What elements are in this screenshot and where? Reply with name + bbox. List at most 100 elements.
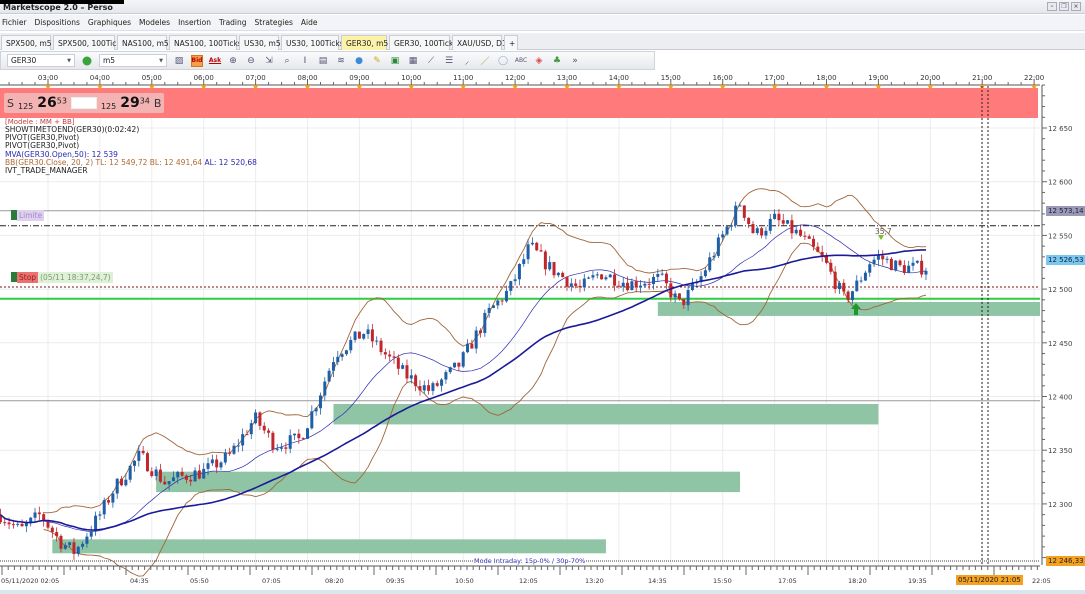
top-time-label: 08:00 <box>297 74 317 82</box>
top-time-label: 22:00 <box>1024 74 1044 82</box>
tab-nas100-100ticks[interactable]: NAS100, 100Ticks <box>169 35 242 50</box>
minimize-button[interactable]: – <box>1047 2 1057 11</box>
zoom-out-icon[interactable]: ⊖ <box>245 55 257 67</box>
tab-spx500-m5[interactable]: SPX500, m5 <box>1 35 52 50</box>
menu-insertion[interactable]: Insertion <box>178 18 211 27</box>
globe-icon[interactable]: ● <box>353 55 365 67</box>
candle-body <box>262 425 266 431</box>
menu-strategies[interactable]: Strategies <box>255 18 293 27</box>
screenshot-icon[interactable]: ▦ <box>407 55 419 67</box>
candle <box>600 273 604 280</box>
tab-xau-usd-d1[interactable]: XAU/USD, D1 <box>452 35 507 50</box>
pen-icon[interactable]: ⸝ <box>461 55 473 67</box>
candle-body <box>794 229 798 234</box>
bottom-time-label: 05/11/2020 02:05 <box>1 577 59 585</box>
candle-body <box>764 230 768 236</box>
buy-button[interactable]: B <box>154 97 162 110</box>
menu-graphiques[interactable]: Graphiques <box>88 18 131 27</box>
candle-body <box>197 470 201 479</box>
menu-trading[interactable]: Trading <box>219 18 247 27</box>
candle-body <box>500 300 504 302</box>
candle-body <box>409 375 413 379</box>
connection-status-icon[interactable] <box>81 55 93 67</box>
buy-price[interactable]: 2934 <box>120 95 150 111</box>
menu-fichier[interactable]: Fichier <box>2 18 27 27</box>
candle-body <box>768 218 772 231</box>
image-icon[interactable]: ▣ <box>389 55 401 67</box>
more-icon[interactable]: » <box>569 55 581 67</box>
tab-us30-m5[interactable]: US30, m5 <box>239 35 281 50</box>
timeframe-select[interactable]: m5 ▼ <box>99 54 167 67</box>
bottom-time-label: 14:35 <box>648 577 667 585</box>
candle-body <box>747 217 751 224</box>
cursor-icon[interactable]: I <box>299 55 311 67</box>
candle-body <box>677 293 681 300</box>
candle-body <box>306 428 309 439</box>
candle-body <box>647 283 651 285</box>
candle-body <box>344 350 348 355</box>
candle-body <box>128 465 132 480</box>
candle-body <box>479 330 482 334</box>
candle-body <box>63 545 67 549</box>
restore-button[interactable]: ❐ <box>1059 2 1069 11</box>
tab-us30-100ticks[interactable]: US30, 100Ticks <box>281 35 344 50</box>
sell-price[interactable]: 2653 <box>37 95 67 111</box>
candle-body <box>751 223 755 234</box>
menu-modeles[interactable]: Modeles <box>139 18 170 27</box>
stop-order-marker[interactable]: Stop (05/11 18:37,24,7) <box>11 272 113 283</box>
candle <box>889 257 893 271</box>
signal-icon[interactable]: ≋ <box>335 55 347 67</box>
menu-dispositions[interactable]: Dispositions <box>35 18 80 27</box>
menu-aide[interactable]: Aide <box>301 18 318 27</box>
bid-button[interactable]: Bid <box>191 54 203 67</box>
lines-icon[interactable]: ☰ <box>443 55 455 67</box>
bottom-time-label: 22:05 <box>1032 577 1051 585</box>
candle-body <box>872 259 876 265</box>
indicator-icon[interactable]: ▤ <box>317 55 329 67</box>
tab-ger30-100ticks[interactable]: GER30, 100Ticks <box>389 35 457 50</box>
tab-nas100-m5[interactable]: NAS100, m5 <box>117 35 169 50</box>
price-chart[interactable]: 03:00 04:00 05:00 06:00 07:00 08:00 09:00 10:00… <box>0 0 1085 594</box>
candle-body <box>392 356 396 358</box>
close-button[interactable]: × <box>1071 2 1081 11</box>
candle-body <box>418 386 422 391</box>
sell-button[interactable]: S <box>7 97 14 110</box>
candle <box>894 259 898 272</box>
add-tab-button[interactable]: + <box>504 35 518 50</box>
candle-body <box>457 362 461 367</box>
current-price-tag: 12 526,53 <box>1046 255 1085 265</box>
candle-body <box>171 477 175 482</box>
ask-button[interactable]: Ask <box>209 55 221 67</box>
candle-body <box>349 339 353 351</box>
candle-body <box>530 242 534 245</box>
candle-body <box>16 523 20 525</box>
zoom-fit-icon[interactable]: ⇲ <box>263 55 275 67</box>
candle-body <box>405 365 409 379</box>
zoom-in-icon[interactable]: ⊕ <box>227 55 239 67</box>
ellipse-icon[interactable]: ◯ <box>497 55 509 67</box>
line-icon[interactable]: ／ <box>479 55 491 67</box>
legend-line[interactable]: IVT_TRADE_MANAGER <box>5 166 257 175</box>
zoom-area-icon[interactable]: ⌕ <box>281 55 293 67</box>
amount-input[interactable] <box>70 97 97 109</box>
pencil-icon[interactable]: ✎ <box>371 55 383 67</box>
tab-spx500-100ticks[interactable]: SPX500, 100Ticks <box>53 35 125 50</box>
bottom-time-label: 10:50 <box>455 577 474 585</box>
instrument-select[interactable]: GER30 ▼ <box>7 54 75 67</box>
hierarchy-icon[interactable]: ♣ <box>551 55 563 67</box>
eraser-icon[interactable]: ◈ <box>533 55 545 67</box>
tab-ger30-m5[interactable]: GER30, m5× <box>341 35 397 50</box>
candle-body <box>72 542 76 554</box>
candle-body <box>907 265 911 274</box>
tab-label: GER30, 100Ticks <box>394 39 458 48</box>
candle-body <box>362 333 366 339</box>
text-icon[interactable]: ABC <box>515 55 527 67</box>
limit-order-marker[interactable]: Limite <box>11 210 45 221</box>
candle-body <box>621 282 625 287</box>
fibonacci-icon[interactable]: ⟋ <box>425 55 437 67</box>
candle-body <box>734 205 738 226</box>
candle-body <box>167 481 171 485</box>
candle-body <box>59 535 63 549</box>
chart-type-icon[interactable]: ▨ <box>173 55 185 67</box>
bottom-time-label: 13:20 <box>585 577 604 585</box>
